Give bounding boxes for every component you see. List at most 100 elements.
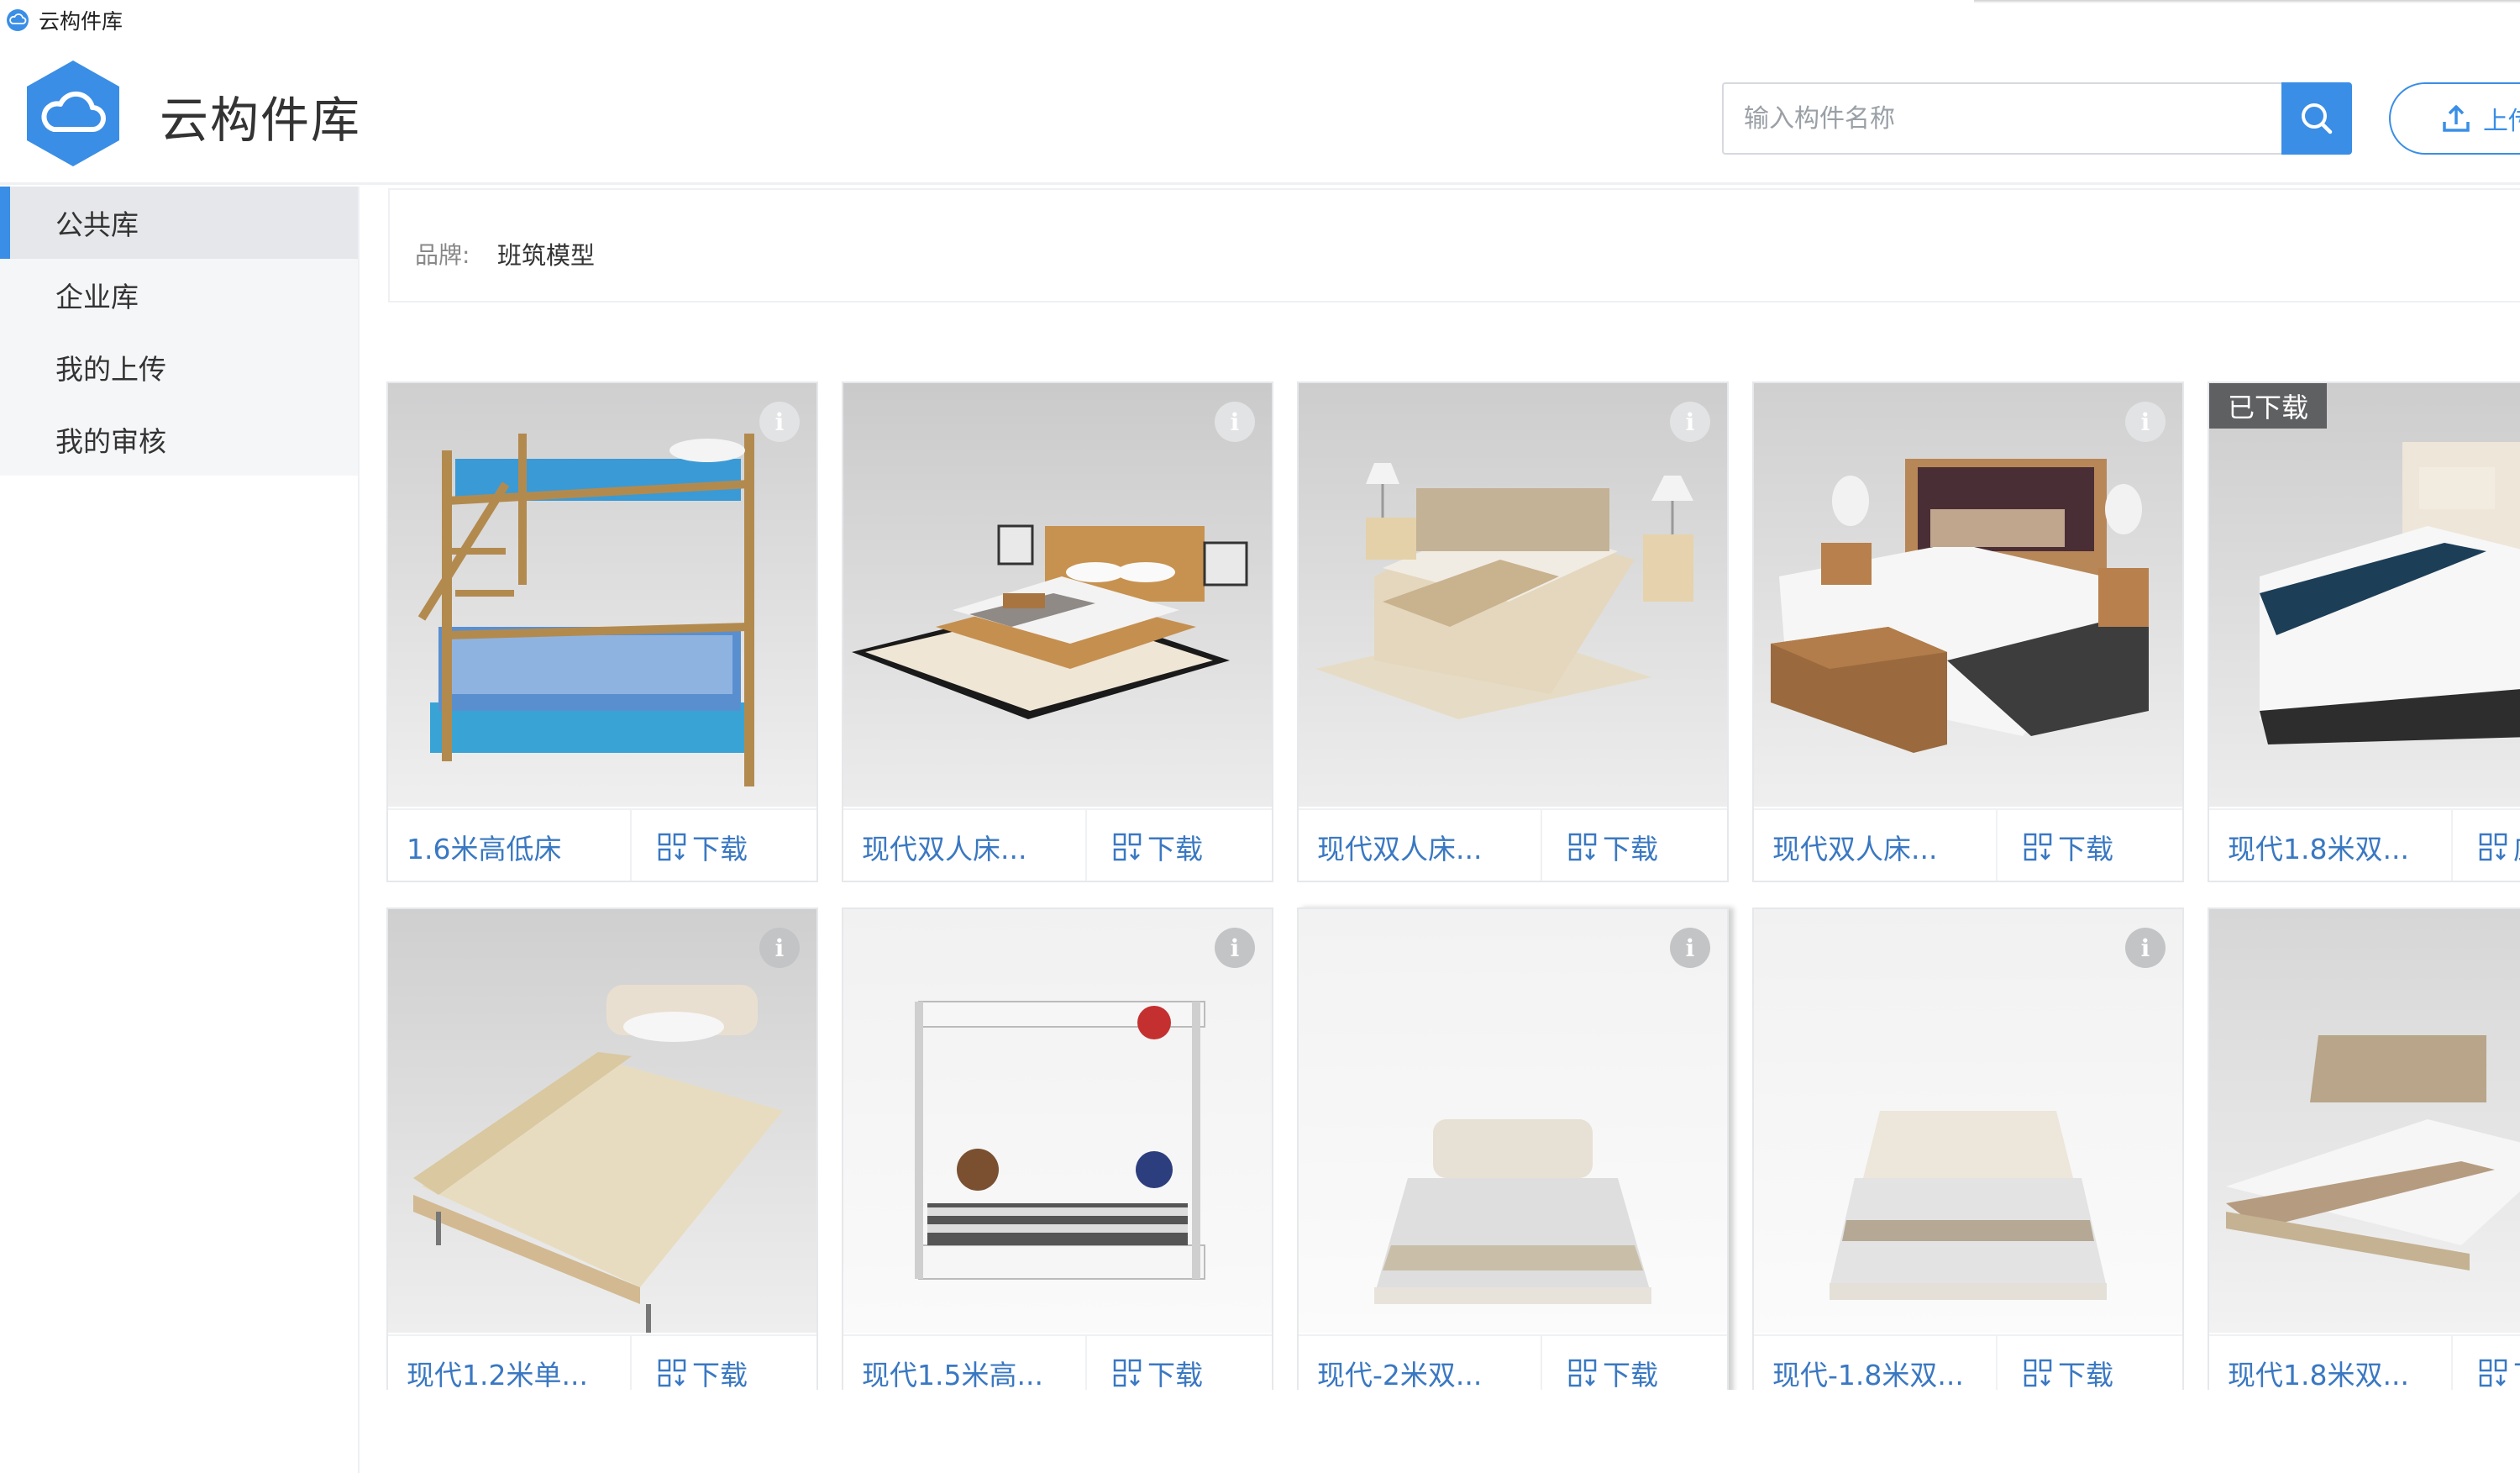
info-icon[interactable]: i — [2125, 402, 2166, 442]
component-card[interactable]: i 现代1.2米单... 下载 — [386, 907, 818, 1390]
info-icon[interactable]: i — [2125, 928, 2166, 968]
modern-1-8m-bed-image — [1754, 909, 2182, 1333]
cloud-logo-icon — [27, 60, 119, 166]
sidebar-item-label: 公共库 — [55, 208, 139, 241]
upload-label: 上传 — [2483, 107, 2520, 136]
card-footer: 现代1.2米单... 下载 — [388, 1334, 816, 1390]
download-label: 下 — [2513, 1353, 2520, 1390]
download-label: 下载 — [1147, 1359, 1203, 1390]
component-card[interactable]: i 现代-1.8米双... 下载 — [1752, 907, 2184, 1390]
card-footer: 现代-2米双... 下载 — [1299, 1334, 1727, 1390]
card-footer: 现代双人床... 下载 — [1299, 808, 1727, 881]
download-button[interactable]: 下载 — [1087, 1336, 1272, 1390]
info-icon[interactable]: i — [1215, 928, 1255, 968]
info-icon[interactable]: i — [1670, 928, 1710, 968]
card-footer: 现代1.8米双... 下 — [2209, 1334, 2520, 1390]
component-thumbnail[interactable]: i — [843, 383, 1272, 807]
apply-button[interactable]: 应 — [2453, 810, 2520, 881]
component-thumbnail[interactable]: i — [843, 909, 1272, 1333]
sidebar-item-label: 我的上传 — [55, 353, 166, 386]
download-icon — [658, 1359, 686, 1387]
component-thumbnail[interactable]: i — [1754, 383, 2182, 807]
download-button[interactable]: 下载 — [632, 1336, 816, 1390]
component-name[interactable]: 现代双人床... — [1299, 810, 1542, 881]
sidebar-menu: 公共库 企业库 我的上传 我的审核 — [0, 187, 358, 476]
component-name[interactable]: 1.6米高低床 — [388, 810, 632, 881]
sidebar-item-my-reviews[interactable]: 我的审核 — [0, 403, 358, 476]
info-icon[interactable]: i — [1670, 402, 1710, 442]
card-footer: 现代-1.8米双... 下载 — [1754, 1334, 2182, 1390]
component-grid: i 1.6米高低床 下载 i 现代双人床... 下载 i 现代双人床... 下载… — [386, 381, 2520, 1390]
component-name[interactable]: 现代-2米双... — [1299, 1336, 1542, 1390]
double-bed-lamps-image — [1299, 383, 1727, 807]
component-card[interactable]: i 现代-2米双... 下载 — [1297, 907, 1729, 1390]
download-icon — [2024, 1359, 2052, 1387]
component-thumbnail[interactable]: i — [388, 383, 816, 807]
download-icon — [1113, 833, 1142, 861]
component-card[interactable]: 现代1.8米双... 下 — [2208, 907, 2520, 1390]
download-label: 下载 — [692, 833, 748, 865]
component-card[interactable]: i 现代双人床... 下载 — [842, 381, 1273, 882]
app-title: 云构件库 — [160, 92, 362, 149]
component-card[interactable]: i 现代双人床... 下载 — [1297, 381, 1729, 882]
download-icon — [1568, 1359, 1597, 1387]
sidebar: 公共库 企业库 我的上传 我的审核 — [0, 187, 360, 1473]
download-button[interactable]: 下载 — [1542, 1336, 1727, 1390]
download-icon — [658, 833, 686, 861]
info-icon[interactable]: i — [759, 402, 800, 442]
component-name[interactable]: 现代1.8米双... — [2209, 1336, 2453, 1390]
download-label: 下载 — [1603, 833, 1658, 865]
component-name[interactable]: 现代双人床... — [1754, 810, 1998, 881]
component-thumbnail[interactable]: i — [388, 909, 816, 1333]
component-name[interactable]: 现代双人床... — [843, 810, 1087, 881]
download-label: 下载 — [2058, 1359, 2113, 1390]
download-button[interactable]: 下载 — [1998, 810, 2182, 881]
overlay-shadow — [1974, 0, 2520, 3]
download-label: 下载 — [692, 1359, 748, 1390]
sidebar-item-public-library[interactable]: 公共库 — [0, 187, 358, 259]
sidebar-item-label: 我的审核 — [55, 425, 166, 458]
component-name[interactable]: 现代-1.8米双... — [1754, 1336, 1998, 1390]
download-icon — [1568, 833, 1597, 861]
cloud-app-icon — [7, 9, 29, 31]
search-button[interactable] — [2281, 82, 2352, 155]
brand-option[interactable]: 班筑模型 — [497, 236, 595, 271]
download-label: 下载 — [1147, 833, 1203, 865]
component-thumbnail[interactable] — [2209, 909, 2520, 1333]
component-name[interactable]: 现代1.8米双... — [2209, 810, 2453, 881]
info-icon[interactable]: i — [1215, 402, 1255, 442]
component-card[interactable]: 已下载 现代1.8米双... 应 — [2208, 381, 2520, 882]
component-card[interactable]: i 1.6米高低床 下载 — [386, 381, 818, 882]
component-thumbnail[interactable]: i — [1299, 909, 1727, 1333]
card-footer: 现代双人床... 下载 — [1754, 808, 2182, 881]
download-button[interactable]: 下载 — [632, 810, 816, 881]
window-titlebar: 云构件库 — [0, 0, 2520, 40]
download-button[interactable]: 下载 — [1542, 810, 1727, 881]
downloaded-badge: 已下载 — [2209, 383, 2328, 429]
sidebar-item-my-uploads[interactable]: 我的上传 — [0, 331, 358, 403]
bed-navy-runner-image — [2209, 383, 2520, 807]
component-thumbnail[interactable]: 已下载 — [2209, 383, 2520, 807]
component-thumbnail[interactable]: i — [1754, 909, 2182, 1333]
download-button[interactable]: 下 — [2453, 1336, 2520, 1390]
bunk-bed-image — [388, 383, 816, 807]
download-icon — [2024, 833, 2052, 861]
download-icon — [1113, 1359, 1142, 1387]
modern-1-8m-bed-gold-image — [2209, 909, 2520, 1333]
component-name[interactable]: 现代1.5米高... — [843, 1336, 1087, 1390]
modern-2m-bed-image — [1299, 909, 1727, 1333]
download-icon — [2479, 1359, 2507, 1387]
search-input[interactable] — [1722, 82, 2283, 155]
component-thumbnail[interactable]: i — [1299, 383, 1727, 807]
upload-button[interactable]: 上传 — [2389, 82, 2520, 155]
download-button[interactable]: 下载 — [1998, 1336, 2182, 1390]
card-footer: 现代1.8米双... 应 — [2209, 808, 2520, 881]
info-icon[interactable]: i — [759, 928, 800, 968]
bed-with-bench-image — [1754, 383, 2182, 807]
component-card[interactable]: i 现代1.5米高... 下载 — [842, 907, 1273, 1390]
single-bed-image — [388, 909, 816, 1333]
component-card[interactable]: i 现代双人床... 下载 — [1752, 381, 2184, 882]
component-name[interactable]: 现代1.2米单... — [388, 1336, 632, 1390]
download-button[interactable]: 下载 — [1087, 810, 1272, 881]
sidebar-item-enterprise-library[interactable]: 企业库 — [0, 259, 358, 331]
